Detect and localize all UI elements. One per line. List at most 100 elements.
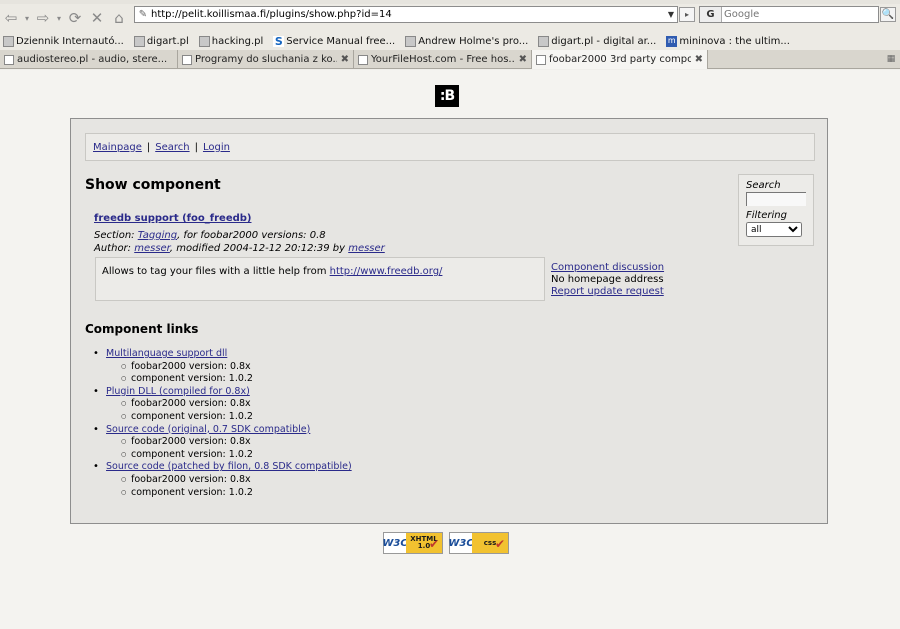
search-input[interactable] <box>722 9 872 20</box>
search-link[interactable]: Search <box>155 142 189 153</box>
forward-dropdown-icon[interactable]: ▾ <box>54 7 64 29</box>
tab-bar: audiostereo.pl - audio, stere... Program… <box>0 50 900 69</box>
web-page: :B Mainpage | Search | Login Show compon… <box>0 70 900 629</box>
w3c-logo: W3C <box>382 533 408 553</box>
search-field[interactable] <box>746 192 806 206</box>
freedb-link[interactable]: http://www.freedb.org/ <box>330 266 443 277</box>
tab-active[interactable]: foobar2000 3rd party compo... ✖ <box>532 50 708 69</box>
tab-list-icon[interactable]: ▦ <box>882 50 900 68</box>
address-bar[interactable]: ✎ http://pelit.koillismaa.fi/plugins/sho… <box>134 6 678 23</box>
fb-version: foobar2000 version: 0.8x <box>131 474 352 487</box>
component-version: component version: 1.0.2 <box>131 411 352 424</box>
xhtml-badge[interactable]: W3C XHTML 1.0 ✔ <box>382 532 443 554</box>
url-dropdown-icon[interactable]: ▼ <box>665 10 677 19</box>
check-icon: ✔ <box>494 537 505 551</box>
component-link[interactable]: Source code (original, 0.7 SDK compatibl… <box>106 424 310 435</box>
bookmark-label: Dziennik Internautó... <box>16 35 124 47</box>
close-icon[interactable]: ✖ <box>695 54 703 65</box>
validator-badges: W3C XHTML 1.0 ✔ W3C css ✔ <box>382 532 509 554</box>
go-button[interactable]: ▸ <box>679 7 695 22</box>
w3c-logo: W3C <box>448 533 474 553</box>
component-links-list: Multilanguage support dll foobar2000 ver… <box>103 348 352 499</box>
component-actions: Component discussion No homepage address… <box>551 262 664 298</box>
bookmark-label: hacking.pl <box>211 35 264 47</box>
reload-icon[interactable]: ⟳ <box>64 7 86 29</box>
nav-separator: | <box>194 141 198 153</box>
css-badge[interactable]: W3C css ✔ <box>448 532 509 554</box>
component-meta: Section: Tagging, for foobar2000 version… <box>94 229 385 255</box>
section-link[interactable]: Tagging <box>138 230 177 241</box>
mainpage-link[interactable]: Mainpage <box>93 142 142 153</box>
component-link[interactable]: Source code (patched by filon, 0.8 SDK c… <box>106 461 352 472</box>
links-heading: Component links <box>85 322 199 336</box>
filter-select[interactable]: all <box>746 222 802 237</box>
search-label: Search <box>746 180 781 191</box>
filtering-label: Filtering <box>746 210 787 221</box>
search-filter-box: Search Filtering all <box>738 174 814 246</box>
page-icon <box>4 54 14 65</box>
bookmark-item[interactable]: hacking.pl <box>198 35 264 47</box>
search-engine-icon[interactable]: G <box>700 7 722 22</box>
tab[interactable]: audiostereo.pl - audio, stere... <box>0 50 178 69</box>
page-icon <box>358 54 368 65</box>
component-discussion-link[interactable]: Component discussion <box>551 262 664 273</box>
list-item: Source code (patched by filon, 0.8 SDK c… <box>103 461 352 499</box>
search-go-icon[interactable]: 🔍 <box>880 7 896 22</box>
page-icon <box>536 54 546 65</box>
page-icon <box>198 35 210 47</box>
close-icon[interactable]: ✖ <box>341 54 349 65</box>
page-icon <box>538 35 550 47</box>
nav-separator: | <box>146 141 151 153</box>
tab-title: YourFileHost.com - Free hos... <box>371 54 515 65</box>
description-text: Allows to tag your files with a little h… <box>102 266 330 277</box>
check-icon: ✔ <box>428 537 439 551</box>
bookmark-label: mininova : the ultim... <box>679 35 790 47</box>
fb-version: foobar2000 version: 0.8x <box>131 361 352 374</box>
search-bar[interactable]: G <box>699 6 879 23</box>
back-icon[interactable]: ⇦ <box>0 7 22 29</box>
page-icon <box>182 54 192 65</box>
component-version: component version: 1.0.2 <box>131 449 352 462</box>
page-icon <box>405 35 417 47</box>
modified-text: , modified 2004-12-12 20:12:39 by <box>169 243 349 254</box>
page-icon <box>133 35 145 47</box>
url-text[interactable]: http://pelit.koillismaa.fi/plugins/show.… <box>151 9 665 20</box>
component-version: component version: 1.0.2 <box>131 373 352 386</box>
description-box: Allows to tag your files with a little h… <box>95 257 545 301</box>
section-prefix: Section: <box>94 230 138 241</box>
close-icon[interactable]: ✖ <box>519 54 527 65</box>
bookmark-item[interactable]: digart.pl <box>133 35 189 47</box>
fb-version: foobar2000 version: 0.8x <box>131 398 352 411</box>
bookmark-item[interactable]: Dziennik Internautó... <box>3 35 124 47</box>
bookmark-label: Andrew Holme's pro... <box>418 35 529 47</box>
login-link[interactable]: Login <box>203 142 230 153</box>
tab[interactable]: Programy do sluchania z ko... ✖ <box>178 50 354 69</box>
list-item: Multilanguage support dll foobar2000 ver… <box>103 348 352 386</box>
home-icon[interactable]: ⌂ <box>108 7 130 29</box>
tab-title: Programy do sluchania z ko... <box>195 54 337 65</box>
homepage-text: No homepage address <box>551 274 664 285</box>
stop-icon[interactable]: ✕ <box>86 7 108 29</box>
forward-icon[interactable]: ⇨ <box>32 7 54 29</box>
report-update-link[interactable]: Report update request <box>551 286 664 297</box>
component-link[interactable]: Multilanguage support dll <box>106 348 227 359</box>
content-panel: Mainpage | Search | Login Show component… <box>70 118 828 524</box>
bookmark-item[interactable]: S Service Manual free... <box>273 34 395 48</box>
page-icon <box>3 35 14 47</box>
component-version: component version: 1.0.2 <box>131 487 352 500</box>
component-name-link[interactable]: freedb support (foo_freedb) <box>94 213 252 224</box>
author-link[interactable]: messer <box>134 243 170 254</box>
tab[interactable]: YourFileHost.com - Free hos... ✖ <box>354 50 532 69</box>
bookmark-item[interactable]: Andrew Holme's pro... <box>405 35 529 47</box>
list-item: Plugin DLL (compiled for 0.8x) foobar200… <box>103 386 352 424</box>
tab-title: foobar2000 3rd party compo... <box>549 54 691 65</box>
modified-by-link[interactable]: messer <box>348 243 385 254</box>
bookmark-item[interactable]: m mininova : the ultim... <box>666 35 790 47</box>
site-logo: :B <box>435 85 459 107</box>
section-line: Section: Tagging, for foobar2000 version… <box>94 229 385 242</box>
back-dropdown-icon[interactable]: ▾ <box>22 7 32 29</box>
s-icon: S <box>273 34 285 48</box>
bookmark-item[interactable]: digart.pl - digital ar... <box>538 35 656 47</box>
author-line: Author: messer, modified 2004-12-12 20:1… <box>94 242 385 255</box>
component-link[interactable]: Plugin DLL (compiled for 0.8x) <box>106 386 250 397</box>
